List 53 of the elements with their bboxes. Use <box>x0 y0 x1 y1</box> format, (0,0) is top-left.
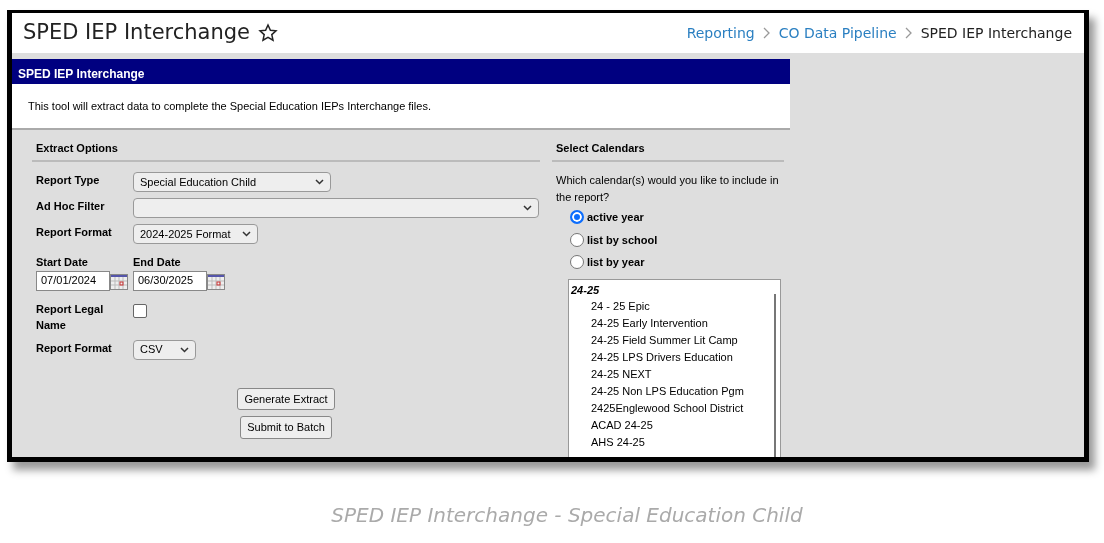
caret-icon <box>523 205 532 211</box>
radio-button[interactable] <box>570 210 584 225</box>
list-item[interactable]: 24-25 NEXT <box>591 368 652 380</box>
list-item[interactable]: ACAD 24-25 <box>591 419 653 431</box>
chevron-icon <box>904 27 913 39</box>
page-title: SPED IEP Interchange <box>23 19 251 47</box>
option-label: list by year <box>587 255 645 270</box>
dropdown[interactable] <box>133 198 539 218</box>
breadcrumb-link[interactable]: Reporting <box>686 22 755 44</box>
list-item[interactable]: 24-25 LPS Drivers Education <box>591 351 733 363</box>
field-label: Report Legal Name <box>36 301 105 333</box>
section-heading: Extract Options <box>32 139 540 162</box>
chevron-icon <box>762 27 771 39</box>
list-item[interactable]: 24-25 Early Intervention <box>591 317 708 329</box>
action-button[interactable]: Generate Extract <box>237 387 335 410</box>
caret-icon <box>242 231 251 237</box>
action-button[interactable]: Submit to Batch <box>240 416 332 439</box>
list-item[interactable]: 24-25 Field Summer Lit Camp <box>591 334 738 346</box>
scrollbar[interactable] <box>774 293 776 457</box>
field-label: Report Format <box>36 225 113 240</box>
list-item[interactable]: AHS 24-25 <box>591 436 645 448</box>
date-field[interactable]: 06/30/2025 <box>133 270 207 291</box>
date-field[interactable]: 07/01/2024 <box>36 270 110 291</box>
dropdown[interactable]: Special Education Child <box>133 172 331 192</box>
description-text: This tool will extract data to complete the Special Education IEPs Interchange files. <box>28 100 431 112</box>
checkbox[interactable] <box>133 303 147 318</box>
list-item[interactable]: 24 - 25 Epic <box>591 300 650 312</box>
option-label: active year <box>587 210 644 225</box>
field-label: End Date <box>133 255 182 270</box>
panel-title: SPED IEP Interchange <box>12 59 790 84</box>
list-item[interactable]: 24-25 Non LPS Education Pgm <box>591 385 744 397</box>
calendar-icon[interactable] <box>207 273 225 290</box>
field-label: Start Date <box>36 255 89 270</box>
dropdown[interactable]: 2024-2025 Format <box>133 224 258 244</box>
option-label: list by school <box>587 232 658 248</box>
radio-button[interactable] <box>570 255 584 270</box>
calendar-icon[interactable] <box>110 273 128 290</box>
field-label: Ad Hoc Filter <box>36 199 106 214</box>
field-label: Report Type <box>36 173 101 188</box>
field-label: Report Format <box>36 340 113 356</box>
section-heading: Select Calendars <box>552 139 784 162</box>
caret-icon <box>315 179 324 185</box>
radio-button[interactable] <box>570 232 584 247</box>
figure-caption: SPED IEP Interchange - Special Education Child <box>330 502 804 529</box>
calendar-list[interactable]: 24-25 24 - 25 Epic 24-25 Early Intervention 24-25 Field Summer Lit Camp 24-25 LPS Drivers Education 24-25 NEXT 24-25 Non LPS Education Pgm 2425Englewood School District ACAD 24-25 AHS 24-25 <box>568 278 781 457</box>
dropdown[interactable]: CSV <box>133 339 196 360</box>
group-label: 24-25 <box>570 282 601 298</box>
breadcrumb-link[interactable]: CO Data Pipeline <box>778 22 897 44</box>
question-text: Which calendar(s) would you like to include in the report? <box>555 173 780 205</box>
list-item[interactable]: 2425Englewood School District <box>591 402 744 414</box>
breadcrumb-current: SPED IEP Interchange <box>920 23 1072 43</box>
star-icon[interactable] <box>258 23 279 43</box>
caret-icon <box>180 346 189 353</box>
